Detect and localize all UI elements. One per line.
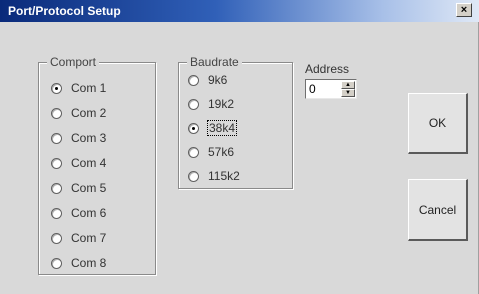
- radio-button[interactable]: [188, 146, 199, 158]
- radio-com-2[interactable]: Com 2: [51, 105, 106, 121]
- radio-button[interactable]: [51, 157, 62, 169]
- radio-label-38k4: 38k4: [206, 120, 238, 136]
- radio-com-7[interactable]: Com 7: [51, 230, 106, 246]
- arrow-up-icon: ▲: [345, 82, 351, 88]
- spin-down-button[interactable]: ▼: [341, 89, 355, 97]
- ok-button[interactable]: OK: [408, 93, 468, 154]
- comport-legend: Comport: [47, 55, 100, 69]
- radio-label-com-5: Com 5: [71, 181, 107, 195]
- radio-com-5[interactable]: Com 5: [51, 180, 106, 196]
- radio-button[interactable]: [51, 232, 62, 244]
- radio-com-4[interactable]: Com 4: [51, 155, 106, 171]
- radio-button[interactable]: [51, 132, 62, 144]
- radio-57k6[interactable]: 57k6: [188, 144, 234, 160]
- radio-38k4[interactable]: 38k4: [188, 120, 238, 136]
- baudrate-legend: Baudrate: [187, 55, 242, 69]
- radio-button[interactable]: [51, 207, 62, 219]
- address-value[interactable]: 0: [309, 82, 316, 96]
- radio-label-115k2: 115k2: [208, 169, 240, 183]
- radio-label-com-1: Com 1: [71, 81, 107, 95]
- radio-label-57k6: 57k6: [208, 145, 235, 159]
- close-icon: ×: [460, 4, 468, 16]
- radio-com-6[interactable]: Com 6: [51, 205, 106, 221]
- radio-com-1[interactable]: Com 1: [51, 80, 106, 96]
- ok-button-label: OK: [428, 116, 447, 130]
- radio-115k2[interactable]: 115k2: [188, 168, 240, 184]
- radio-19k2[interactable]: 19k2: [188, 96, 234, 112]
- radio-9k6[interactable]: 9k6: [188, 72, 227, 88]
- cancel-button-label: Cancel: [418, 202, 457, 217]
- title-bar[interactable]: Port/Protocol Setup ×: [0, 0, 479, 22]
- address-spinner[interactable]: 0 ▲ ▼: [305, 79, 357, 99]
- radio-label-com-3: Com 3: [71, 131, 107, 145]
- radio-com-3[interactable]: Com 3: [51, 130, 106, 146]
- radio-button[interactable]: [51, 107, 62, 119]
- radio-label-com-7: Com 7: [71, 231, 107, 245]
- radio-label-com-8: Com 8: [71, 256, 107, 270]
- radio-com-8[interactable]: Com 8: [51, 255, 106, 271]
- radio-button[interactable]: [188, 74, 199, 86]
- radio-label-com-4: Com 4: [71, 156, 107, 170]
- radio-label-com-2: Com 2: [71, 106, 107, 120]
- radio-button-checked[interactable]: [188, 122, 199, 134]
- address-label: Address: [305, 62, 350, 76]
- radio-button[interactable]: [51, 257, 62, 269]
- spin-up-button[interactable]: ▲: [341, 81, 355, 89]
- radio-button[interactable]: [188, 98, 199, 110]
- radio-button[interactable]: [51, 182, 62, 194]
- port-protocol-setup-dialog: Port/Protocol Setup × Comport Com 1 Com …: [0, 0, 479, 294]
- radio-button[interactable]: [188, 170, 199, 182]
- cancel-button[interactable]: Cancel: [408, 179, 468, 241]
- radio-label-9k6: 9k6: [208, 73, 228, 87]
- radio-label-com-6: Com 6: [71, 206, 107, 220]
- window-title: Port/Protocol Setup: [8, 4, 121, 18]
- arrow-down-icon: ▼: [345, 90, 351, 96]
- close-button[interactable]: ×: [456, 3, 472, 17]
- radio-label-19k2: 19k2: [208, 97, 235, 111]
- radio-button-checked[interactable]: [51, 82, 62, 94]
